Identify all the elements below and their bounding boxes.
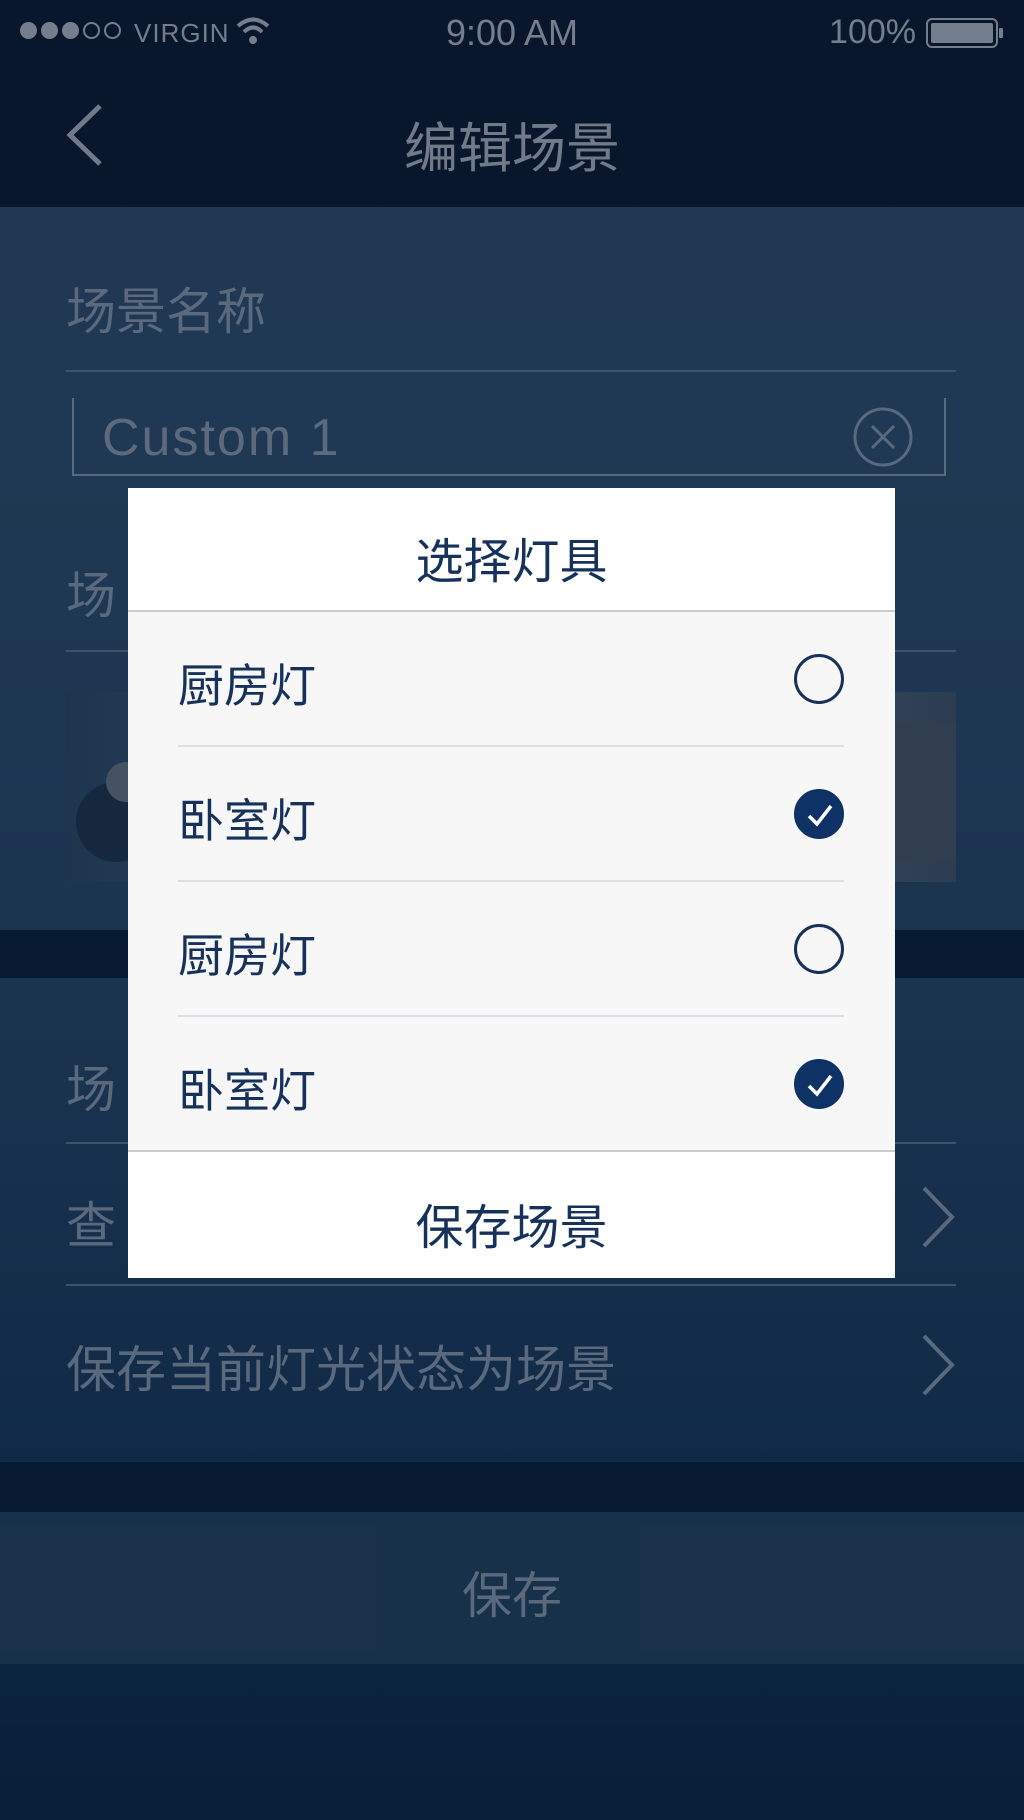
unchecked-circle-icon[interactable]	[794, 654, 844, 704]
save-scene-button[interactable]: 保存场景	[128, 1150, 895, 1278]
fixture-label: 卧室灯	[178, 1064, 316, 1118]
fixture-label: 卧室灯	[178, 794, 316, 848]
dialog-title: 选择灯具	[415, 534, 608, 590]
fixture-item[interactable]: 厨房灯	[178, 612, 844, 747]
checked-circle-icon[interactable]	[794, 1059, 844, 1109]
fixture-list: 厨房灯 卧室灯 厨房灯 卧室灯	[128, 612, 895, 1152]
dialog-header: 选择灯具	[128, 488, 895, 612]
unchecked-circle-icon[interactable]	[794, 924, 844, 974]
fixture-label: 厨房灯	[178, 929, 316, 983]
edit-scene-screen: VIRGIN 9:00 AM 100% 编辑场景 场景名称 Custom 1 场	[0, 0, 1024, 1820]
fixture-label: 厨房灯	[178, 659, 316, 713]
select-fixtures-dialog: 选择灯具 厨房灯 卧室灯 厨房灯 卧室灯 保存场景	[128, 488, 895, 1278]
fixture-item[interactable]: 卧室灯	[178, 1017, 844, 1152]
fixture-item[interactable]: 卧室灯	[178, 747, 844, 882]
checked-circle-icon[interactable]	[794, 789, 844, 839]
save-scene-label: 保存场景	[415, 1200, 608, 1256]
fixture-item[interactable]: 厨房灯	[178, 882, 844, 1017]
